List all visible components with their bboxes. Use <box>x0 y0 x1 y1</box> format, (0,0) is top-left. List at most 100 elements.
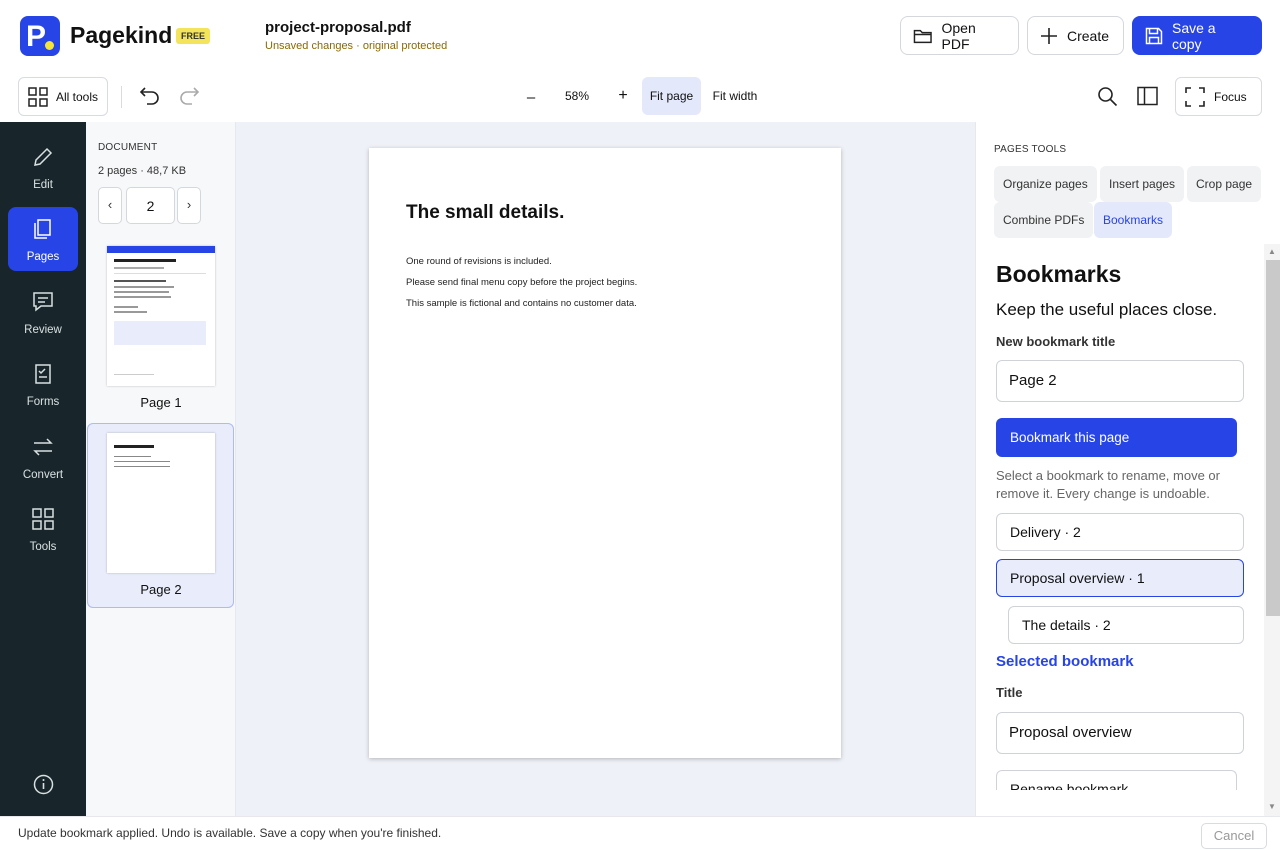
bookmark-title-input[interactable]: Proposal overview <box>996 712 1244 754</box>
search-button[interactable] <box>1097 86 1118 107</box>
page-text-line: Please send final menu copy before the p… <box>406 277 638 288</box>
undo-button[interactable] <box>139 85 161 105</box>
open-pdf-button[interactable]: Open PDF <box>900 16 1019 55</box>
all-tools-label: All tools <box>55 89 99 104</box>
prev-page-button[interactable]: ‹ <box>98 187 122 224</box>
info-icon <box>33 774 54 795</box>
file-name: project-proposal.pdf <box>265 19 411 36</box>
undo-icon <box>139 87 159 105</box>
rail-item-tools[interactable]: Tools <box>8 497 78 561</box>
status-bar: Update bookmark applied. Undo is availab… <box>0 816 1280 850</box>
redo-button[interactable] <box>178 85 200 105</box>
section-label: DOCUMENT <box>98 142 158 153</box>
open-pdf-label: Open PDF <box>941 19 976 52</box>
sidebar-icon <box>1137 86 1158 106</box>
toolbar-divider <box>121 86 122 108</box>
bookmark-item[interactable]: Delivery · 2 <box>996 513 1244 551</box>
folder-icon <box>913 29 932 43</box>
document-canvas: The small details. One round of revision… <box>236 122 975 816</box>
save-icon <box>1145 27 1163 44</box>
page-text-line: One round of revisions is included. <box>406 256 552 267</box>
cancel-button[interactable]: Cancel <box>1201 823 1267 849</box>
search-icon <box>1098 87 1118 107</box>
page-text-line: This sample is fictional and contains no… <box>406 298 637 309</box>
bookmark-help-text: Select a bookmark to rename, move or rem… <box>996 468 1220 501</box>
save-copy-button[interactable]: Save a copy <box>1132 16 1262 55</box>
page-title: The small details. <box>406 202 565 223</box>
page-number-input[interactable]: 2 <box>126 187 175 224</box>
chip-bookmarks[interactable]: Bookmarks <box>1094 202 1173 238</box>
zoom-in-button[interactable]: + <box>611 86 635 106</box>
chip-combine-pdfs[interactable]: Combine PDFs <box>994 202 1094 238</box>
rail-item-label: Convert <box>22 469 64 481</box>
grid-icon <box>32 508 54 530</box>
focus-label: Focus <box>1214 89 1247 104</box>
logo-icon: P <box>20 16 60 56</box>
pencil-icon <box>34 147 53 166</box>
chip-organize-pages[interactable]: Organize pages <box>994 166 1097 202</box>
fit-page-button[interactable]: Fit page <box>642 77 701 115</box>
toolbar: All tools – 58% + Fit page Fit width Foc… <box>0 72 1280 122</box>
thumbnail-panel: DOCUMENT 2 pages · 48,7 KB ‹ 2 › Page 1 <box>86 122 236 816</box>
rename-bookmark-button[interactable]: Rename bookmark <box>996 770 1237 790</box>
scrollbar-thumb[interactable] <box>1266 260 1280 616</box>
title-label: Title <box>996 685 1023 700</box>
thumbnail-page-1[interactable]: Page 1 <box>87 238 234 416</box>
focus-button[interactable]: Focus <box>1175 77 1262 116</box>
info-button[interactable] <box>33 774 54 800</box>
tool-rail: Edit Pages Review Forms Convert Tools <box>0 122 86 816</box>
toggle-panel-button[interactable] <box>1137 86 1158 106</box>
rail-item-convert[interactable]: Convert <box>8 425 78 489</box>
expand-icon <box>1185 86 1205 107</box>
bookmark-item-selected[interactable]: Proposal overview · 1 <box>996 559 1244 597</box>
panel-scrollbar[interactable]: ▲ ▼ <box>1264 244 1280 816</box>
chip-insert-pages[interactable]: Insert pages <box>1100 166 1185 202</box>
grid-icon <box>28 86 48 107</box>
zoom-out-button[interactable]: – <box>519 87 543 107</box>
thumbnail-label: Page 2 <box>140 582 182 597</box>
thumbnail-image <box>107 433 215 573</box>
rail-item-label: Pages <box>26 251 60 263</box>
plus-icon <box>1041 27 1057 44</box>
panel-subheading: Keep the useful places close. <box>996 300 1218 319</box>
rail-item-label: Edit <box>33 179 53 191</box>
app-header: P Pagekind FREE project-proposal.pdf Uns… <box>0 0 1280 72</box>
convert-icon <box>33 438 53 456</box>
rail-item-label: Forms <box>26 396 60 408</box>
form-icon <box>35 364 51 384</box>
bookmark-this-page-button[interactable]: Bookmark this page <box>996 418 1237 457</box>
rail-item-label: Review <box>24 324 62 336</box>
document-meta: 2 pages · 48,7 KB <box>98 165 187 177</box>
pages-icon <box>34 219 51 239</box>
status-message: Update bookmark applied. Undo is availab… <box>18 826 442 840</box>
rail-item-pages[interactable]: Pages <box>8 207 78 271</box>
chip-crop-page[interactable]: Crop page <box>1187 166 1262 202</box>
next-page-button[interactable]: › <box>177 187 201 224</box>
zoom-level[interactable]: 58% <box>554 89 600 103</box>
new-bookmark-title-input[interactable]: Page 2 <box>996 360 1244 402</box>
scroll-up-icon[interactable]: ▲ <box>1268 247 1276 256</box>
selected-bookmark-heading: Selected bookmark <box>996 653 1134 670</box>
fit-width-button[interactable]: Fit width <box>705 77 765 115</box>
bookmark-item-nested[interactable]: The details · 2 <box>1008 606 1244 644</box>
redo-icon <box>180 87 200 105</box>
save-copy-label: Save a copy <box>1171 19 1216 52</box>
rail-item-review[interactable]: Review <box>8 280 78 344</box>
scroll-down-icon[interactable]: ▼ <box>1268 802 1276 811</box>
brand-name: Pagekind <box>70 22 173 48</box>
rail-item-edit[interactable]: Edit <box>8 135 78 199</box>
panel-heading: Bookmarks <box>996 261 1122 287</box>
plan-badge: FREE <box>176 28 211 44</box>
create-button[interactable]: Create <box>1027 16 1124 55</box>
thumbnail-page-2[interactable]: Page 2 <box>87 423 234 608</box>
comment-icon <box>33 292 53 312</box>
create-label: Create <box>1067 27 1110 44</box>
document-page[interactable]: The small details. One round of revision… <box>369 148 841 758</box>
file-status: Unsaved changes · original protected <box>265 40 448 52</box>
all-tools-button[interactable]: All tools <box>18 77 108 116</box>
section-label: PAGES TOOLS <box>994 144 1067 155</box>
thumbnail-label: Page 1 <box>140 395 182 410</box>
thumbnail-image <box>107 246 215 386</box>
new-title-label: New bookmark title <box>996 334 1116 349</box>
rail-item-forms[interactable]: Forms <box>8 352 78 416</box>
